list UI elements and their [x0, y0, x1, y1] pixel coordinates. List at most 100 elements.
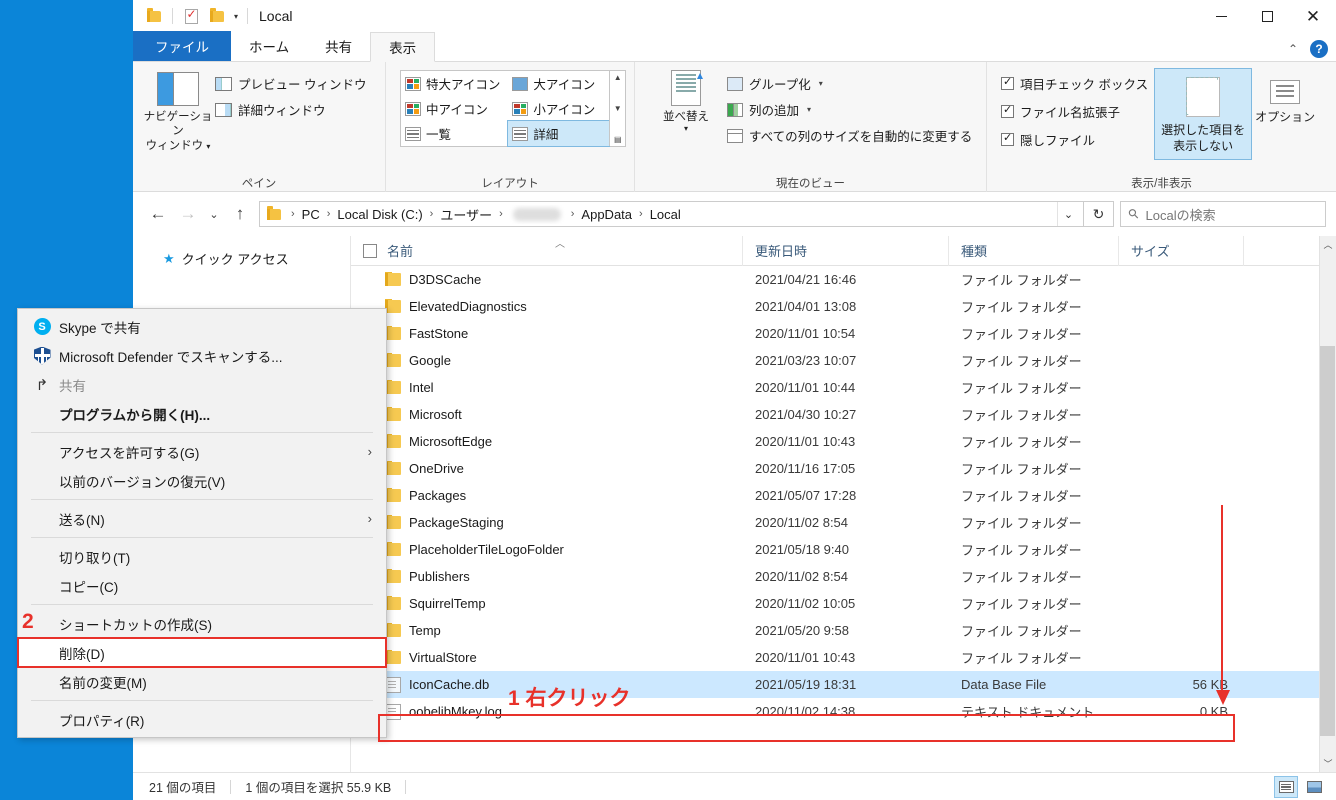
- maximize-button[interactable]: [1244, 0, 1290, 32]
- tab-home[interactable]: ホーム: [231, 31, 307, 61]
- back-button[interactable]: ←: [143, 199, 173, 229]
- select-all-checkbox[interactable]: [363, 243, 377, 258]
- menu-item[interactable]: コピー(C): [18, 571, 386, 600]
- collapse-ribbon-icon[interactable]: ⌃: [1288, 42, 1298, 56]
- table-row[interactable]: Packages 2021/05/07 17:28 ファイル フォルダー: [351, 482, 1319, 509]
- gallery-scrollbar[interactable]: ▲ ▼ ▤: [609, 71, 625, 146]
- menu-item[interactable]: プロパティ(R): [18, 705, 386, 734]
- layout-small-icons[interactable]: 小アイコン: [508, 96, 609, 121]
- table-row[interactable]: OneDrive 2020/11/16 17:05 ファイル フォルダー: [351, 455, 1319, 482]
- add-column-button[interactable]: 列の追加 ▾: [727, 100, 972, 119]
- tab-view[interactable]: 表示: [370, 32, 436, 62]
- gallery-expand-icon[interactable]: ▤: [614, 135, 622, 144]
- table-row[interactable]: IconCache.db 2021/05/19 18:31 Data Base Fi…: [351, 671, 1319, 698]
- menu-item[interactable]: ↱ 共有: [18, 370, 386, 399]
- layout-details[interactable]: 詳細: [507, 120, 611, 147]
- menu-item-label: ショートカットの作成(S): [59, 617, 212, 633]
- tab-share[interactable]: 共有: [307, 31, 370, 61]
- table-row[interactable]: Temp 2021/05/20 9:58 ファイル フォルダー: [351, 617, 1319, 644]
- layout-medium-icons[interactable]: 中アイコン: [401, 96, 508, 121]
- minimize-button[interactable]: [1198, 0, 1244, 32]
- gallery-scroll-down-icon[interactable]: ▼: [614, 104, 622, 113]
- details-pane-button[interactable]: 詳細ウィンドウ: [215, 100, 366, 119]
- gallery-scroll-up-icon[interactable]: ▲: [614, 73, 622, 82]
- column-header-date[interactable]: 更新日時: [743, 235, 949, 266]
- menu-item[interactable]: プログラムから開く(H)...: [18, 399, 386, 428]
- file-name-cell: PackageStaging: [351, 515, 743, 530]
- breadcrumb-item-username-redacted[interactable]: [512, 207, 561, 221]
- table-row[interactable]: Intel 2020/11/01 10:44 ファイル フォルダー: [351, 374, 1319, 401]
- large-icons-view-toggle[interactable]: [1302, 776, 1326, 798]
- recent-locations-button[interactable]: ⌄: [203, 199, 225, 229]
- scroll-up-icon[interactable]: ︿: [1323, 238, 1332, 251]
- search-input[interactable]: Localの検索: [1146, 205, 1216, 224]
- chevron-down-icon[interactable]: ▾: [230, 12, 242, 21]
- column-header-label: 名前: [387, 244, 414, 259]
- help-icon[interactable]: ?: [1310, 40, 1328, 58]
- tab-file[interactable]: ファイル: [133, 31, 231, 61]
- menu-item[interactable]: ショートカットの作成(S): [18, 609, 386, 638]
- layout-large-icons[interactable]: 大アイコン: [508, 71, 609, 96]
- breadcrumb-item-local-disk[interactable]: Local Disk (C:): [334, 207, 425, 222]
- hidden-items-checkbox[interactable]: 隠しファイル: [1001, 130, 1148, 149]
- column-header-name[interactable]: 名前 ︿: [351, 235, 743, 266]
- table-row[interactable]: Google 2021/03/23 10:07 ファイル フォルダー: [351, 347, 1319, 374]
- table-row[interactable]: MicrosoftEdge 2020/11/01 10:43 ファイル フォルダー: [351, 428, 1319, 455]
- menu-item[interactable]: 名前の変更(M): [18, 667, 386, 696]
- menu-item[interactable]: 送る(N) ›: [18, 504, 386, 533]
- table-row[interactable]: oobelibMkey.log 2020/11/02 14:38 テキスト ドキュメ…: [351, 698, 1319, 725]
- sidebar-item-quick-access[interactable]: ★ クイック アクセス: [133, 246, 350, 271]
- layout-extra-large-icons[interactable]: 特大アイコン: [401, 71, 508, 96]
- hide-selected-label-2: 表示しない: [1173, 139, 1234, 154]
- menu-item[interactable]: 以前のバージョンの復元(V): [18, 466, 386, 495]
- file-date-cell: 2021/04/01 13:08: [755, 299, 857, 314]
- sort-by-button[interactable]: 並べ替え ▾: [657, 68, 715, 133]
- sort-by-label: 並べ替え: [663, 111, 709, 123]
- preview-pane-button[interactable]: プレビュー ウィンドウ: [215, 74, 366, 93]
- menu-item[interactable]: Microsoft Defender でスキャンする...: [18, 341, 386, 370]
- table-row[interactable]: Publishers 2020/11/02 8:54 ファイル フォルダー: [351, 563, 1319, 590]
- close-button[interactable]: ✕: [1290, 0, 1336, 32]
- table-row[interactable]: FastStone 2020/11/01 10:54 ファイル フォルダー: [351, 320, 1319, 347]
- address-dropdown-icon[interactable]: ⌄: [1057, 202, 1079, 226]
- file-list-scrollbar[interactable]: ︿ ﹀: [1319, 236, 1336, 772]
- options-button[interactable]: オプション: [1252, 68, 1318, 125]
- scrollbar-thumb[interactable]: [1320, 346, 1335, 736]
- menu-item[interactable]: 切り取り(T): [18, 542, 386, 571]
- navigation-pane-button[interactable]: ナビゲーション ウィンドウ ▾: [141, 68, 215, 153]
- forward-button[interactable]: →: [173, 199, 203, 229]
- refresh-button[interactable]: ↻: [1084, 201, 1114, 227]
- column-header-size[interactable]: サイズ: [1119, 235, 1244, 266]
- details-view-toggle[interactable]: [1274, 776, 1298, 798]
- table-row[interactable]: VirtualStore 2020/11/01 10:43 ファイル フォルダー: [351, 644, 1319, 671]
- search-box[interactable]: ⚲ Localの検索: [1120, 201, 1326, 227]
- table-row[interactable]: ElevatedDiagnostics 2021/04/01 13:08 ファイル …: [351, 293, 1319, 320]
- up-button[interactable]: ↑: [225, 199, 255, 229]
- folder-icon[interactable]: [204, 3, 230, 29]
- group-by-button[interactable]: グループ化 ▾: [727, 74, 972, 93]
- check-document-icon[interactable]: [178, 3, 204, 29]
- table-row[interactable]: Microsoft 2021/04/30 10:27 ファイル フォルダー: [351, 401, 1319, 428]
- breadcrumb-item-appdata[interactable]: AppData: [578, 207, 635, 222]
- item-check-boxes-checkbox[interactable]: 項目チェック ボックス: [1001, 74, 1148, 93]
- file-name-extensions-checkbox[interactable]: ファイル名拡張子: [1001, 102, 1148, 121]
- hide-selected-items-button[interactable]: 選択した項目を 表示しない: [1154, 68, 1253, 160]
- ribbon-tabs: ファイル ホーム 共有 表示 ⌃ ?: [133, 31, 1336, 62]
- address-input[interactable]: › PC › Local Disk (C:) › ユーザー › › AppDat…: [259, 201, 1084, 227]
- hide-selected-label-1: 選択した項目を: [1161, 123, 1246, 137]
- menu-item[interactable]: S Skype で共有: [18, 312, 386, 341]
- size-all-columns-button[interactable]: すべての列のサイズを自動的に変更する: [727, 126, 972, 145]
- table-row[interactable]: PlaceholderTileLogoFolder 2021/05/18 9:40…: [351, 536, 1319, 563]
- table-row[interactable]: PackageStaging 2020/11/02 8:54 ファイル フォルダー: [351, 509, 1319, 536]
- breadcrumb-item-local[interactable]: Local: [647, 207, 684, 222]
- menu-item[interactable]: 削除(D): [17, 637, 387, 668]
- folder-icon[interactable]: [141, 3, 167, 29]
- scroll-down-icon[interactable]: ﹀: [1323, 757, 1332, 770]
- column-header-type[interactable]: 種類: [949, 235, 1119, 266]
- menu-item[interactable]: アクセスを許可する(G) ›: [18, 437, 386, 466]
- layout-list[interactable]: 一覧: [401, 121, 508, 146]
- table-row[interactable]: D3DSCache 2021/04/21 16:46 ファイル フォルダー: [351, 266, 1319, 293]
- table-row[interactable]: SquirrelTemp 2020/11/02 10:05 ファイル フォルダー: [351, 590, 1319, 617]
- breadcrumb-item-users[interactable]: ユーザー: [437, 205, 495, 224]
- breadcrumb-item-pc[interactable]: PC: [299, 207, 323, 222]
